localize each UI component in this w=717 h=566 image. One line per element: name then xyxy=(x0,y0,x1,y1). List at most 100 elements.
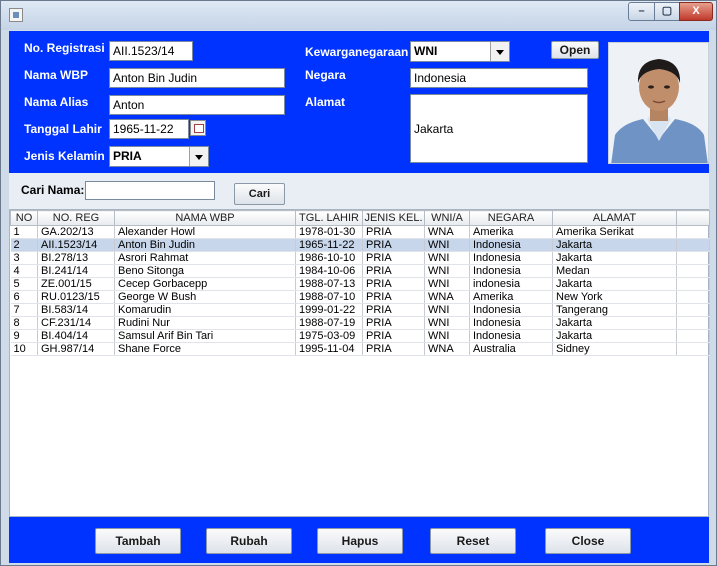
tambah-button[interactable]: Tambah xyxy=(95,528,181,554)
table-row[interactable]: 5 ZE.001/15 Cecep Gorbacepp 1988-07-13 PRIA W… xyxy=(10,277,710,291)
table-cell: Amerika xyxy=(469,225,553,239)
table-cell-filler xyxy=(676,316,710,330)
table-cell: Beno Sitonga xyxy=(114,264,296,278)
table-cell: Cecep Gorbacepp xyxy=(114,277,296,291)
table-cell: 1 xyxy=(10,225,38,239)
table-row[interactable]: 8 CF.231/14 Rudini Nur 1988-07-19 PRIA WNI Ind… xyxy=(10,316,710,330)
table-cell: Jakarta xyxy=(552,329,677,343)
chevron-down-icon[interactable] xyxy=(490,42,509,61)
table-row[interactable]: 7 BI.583/14 Komarudin 1999-01-22 PRIA WNI Indo… xyxy=(10,303,710,317)
title-bar[interactable]: – ▢ X xyxy=(1,1,716,30)
table-cell: Anton Bin Judin xyxy=(114,238,296,252)
label-nama-alias: Nama Alias xyxy=(24,95,89,109)
table-cell: 1984-10-06 xyxy=(295,264,363,278)
table-cell: PRIA xyxy=(362,290,425,304)
search-input[interactable] xyxy=(85,181,215,200)
table-cell: 10 xyxy=(10,342,38,356)
maximize-button[interactable]: ▢ xyxy=(654,2,680,21)
table-cell: Indonesia xyxy=(469,329,553,343)
table-cell: Medan xyxy=(552,264,677,278)
table-cell: 7 xyxy=(10,303,38,317)
open-photo-button[interactable]: Open xyxy=(551,41,599,59)
table-cell: PRIA xyxy=(362,225,425,239)
reset-button[interactable]: Reset xyxy=(430,528,516,554)
table-cell: Indonesia xyxy=(469,251,553,265)
table-cell-filler xyxy=(676,277,710,291)
table-cell-filler xyxy=(676,342,710,356)
table-cell: Komarudin xyxy=(114,303,296,317)
table-cell: RU.0123/15 xyxy=(37,290,115,304)
table-cell-filler xyxy=(676,238,710,252)
table-row[interactable]: 10 GH.987/14 Shane Force 1995-11-04 PRIA WNA A… xyxy=(10,342,710,356)
table-row[interactable]: 2 AII.1523/14 Anton Bin Judin 1965-11-22 PRI… xyxy=(10,238,710,252)
table-header-row: NO NO. REG NAMA WBP TGL. LAHIR JENIS KEL… xyxy=(10,210,710,226)
rubah-button[interactable]: Rubah xyxy=(206,528,292,554)
column-header[interactable]: NO xyxy=(10,210,38,226)
data-table-container: NO NO. REG NAMA WBP TGL. LAHIR JENIS KEL… xyxy=(9,209,710,517)
jenis-kelamin-select[interactable]: PRIA xyxy=(109,146,209,167)
close-button[interactable]: Close xyxy=(545,528,631,554)
table-cell: BI.404/14 xyxy=(37,329,115,343)
nama-wbp-field[interactable]: Anton Bin Judin xyxy=(109,68,285,88)
table-row[interactable]: 4 BI.241/14 Beno Sitonga 1984-10-06 PRIA WNI I… xyxy=(10,264,710,278)
column-header[interactable]: NEGARA xyxy=(469,210,553,226)
table-row[interactable]: 9 BI.404/14 Samsul Arif Bin Tari 1975-03-09… xyxy=(10,329,710,343)
calendar-icon[interactable] xyxy=(190,120,206,136)
table-cell: Australia xyxy=(469,342,553,356)
table-cell: BI.278/13 xyxy=(37,251,115,265)
table-cell: Tangerang xyxy=(552,303,677,317)
column-header[interactable]: TGL. LAHIR xyxy=(295,210,363,226)
table-row[interactable]: 6 RU.0123/15 George W Bush 1988-07-10 PRIA WN… xyxy=(10,290,710,304)
column-header[interactable]: ALAMAT xyxy=(552,210,677,226)
table-cell: WNI xyxy=(424,329,470,343)
column-header[interactable]: JENIS KEL. xyxy=(362,210,425,226)
table-cell: PRIA xyxy=(362,238,425,252)
close-window-button[interactable]: X xyxy=(679,2,713,21)
search-button[interactable]: Cari xyxy=(234,183,285,205)
table-cell: BI.241/14 xyxy=(37,264,115,278)
table-cell-filler xyxy=(676,303,710,317)
alamat-textarea[interactable]: Jakarta xyxy=(410,94,588,163)
chevron-down-icon[interactable] xyxy=(189,147,208,166)
table-cell: 4 xyxy=(10,264,38,278)
table-cell: Rudini Nur xyxy=(114,316,296,330)
column-header[interactable]: NO. REG xyxy=(37,210,115,226)
table-row[interactable]: 1 GA.202/13 Alexander Howl 1978-01-30 PRIA WN… xyxy=(10,225,710,239)
table-cell: WNI xyxy=(424,264,470,278)
column-header[interactable]: WNI/A xyxy=(424,210,470,226)
label-kewarganegaraan: Kewarganegaraan xyxy=(305,45,409,59)
profile-photo xyxy=(608,42,709,164)
table-cell-filler xyxy=(676,329,710,343)
label-no-registrasi: No. Registrasi xyxy=(24,41,105,55)
hapus-button[interactable]: Hapus xyxy=(317,528,403,554)
table-cell: GA.202/13 xyxy=(37,225,115,239)
label-nama-wbp: Nama WBP xyxy=(24,68,89,82)
app-window: – ▢ X No. Registrasi Nama WBP Nama Alias… xyxy=(0,0,717,566)
table-cell-filler xyxy=(676,251,710,265)
table-cell: Shane Force xyxy=(114,342,296,356)
table-cell: indonesia xyxy=(469,277,553,291)
table-cell: PRIA xyxy=(362,277,425,291)
table-cell: 9 xyxy=(10,329,38,343)
tanggal-lahir-field[interactable]: 1965-11-22 xyxy=(109,119,189,139)
table-cell: WNI xyxy=(424,303,470,317)
label-alamat: Alamat xyxy=(305,95,346,109)
table-row[interactable]: 3 BI.278/13 Asrori Rahmat 1986-10-10 PRIA WNI… xyxy=(10,251,710,265)
column-header[interactable]: NAMA WBP xyxy=(114,210,296,226)
table-cell: WNI xyxy=(424,316,470,330)
table-cell: PRIA xyxy=(362,264,425,278)
table-cell: 6 xyxy=(10,290,38,304)
kewarganegaraan-select[interactable]: WNI xyxy=(410,41,510,62)
table-cell: WNA xyxy=(424,290,470,304)
table-cell: 2 xyxy=(10,238,38,252)
jenis-kelamin-value: PRIA xyxy=(113,149,142,163)
table-cell: 8 xyxy=(10,316,38,330)
minimize-button[interactable]: – xyxy=(628,2,655,21)
table-cell: Jakarta xyxy=(552,238,677,252)
table-cell: 1988-07-10 xyxy=(295,290,363,304)
table-cell: 1999-01-22 xyxy=(295,303,363,317)
nama-alias-field[interactable]: Anton xyxy=(109,95,285,115)
negara-field[interactable]: Indonesia xyxy=(410,68,588,88)
no-registrasi-field[interactable]: AII.1523/14 xyxy=(109,41,193,61)
label-jenis-kelamin: Jenis Kelamin xyxy=(24,149,105,163)
